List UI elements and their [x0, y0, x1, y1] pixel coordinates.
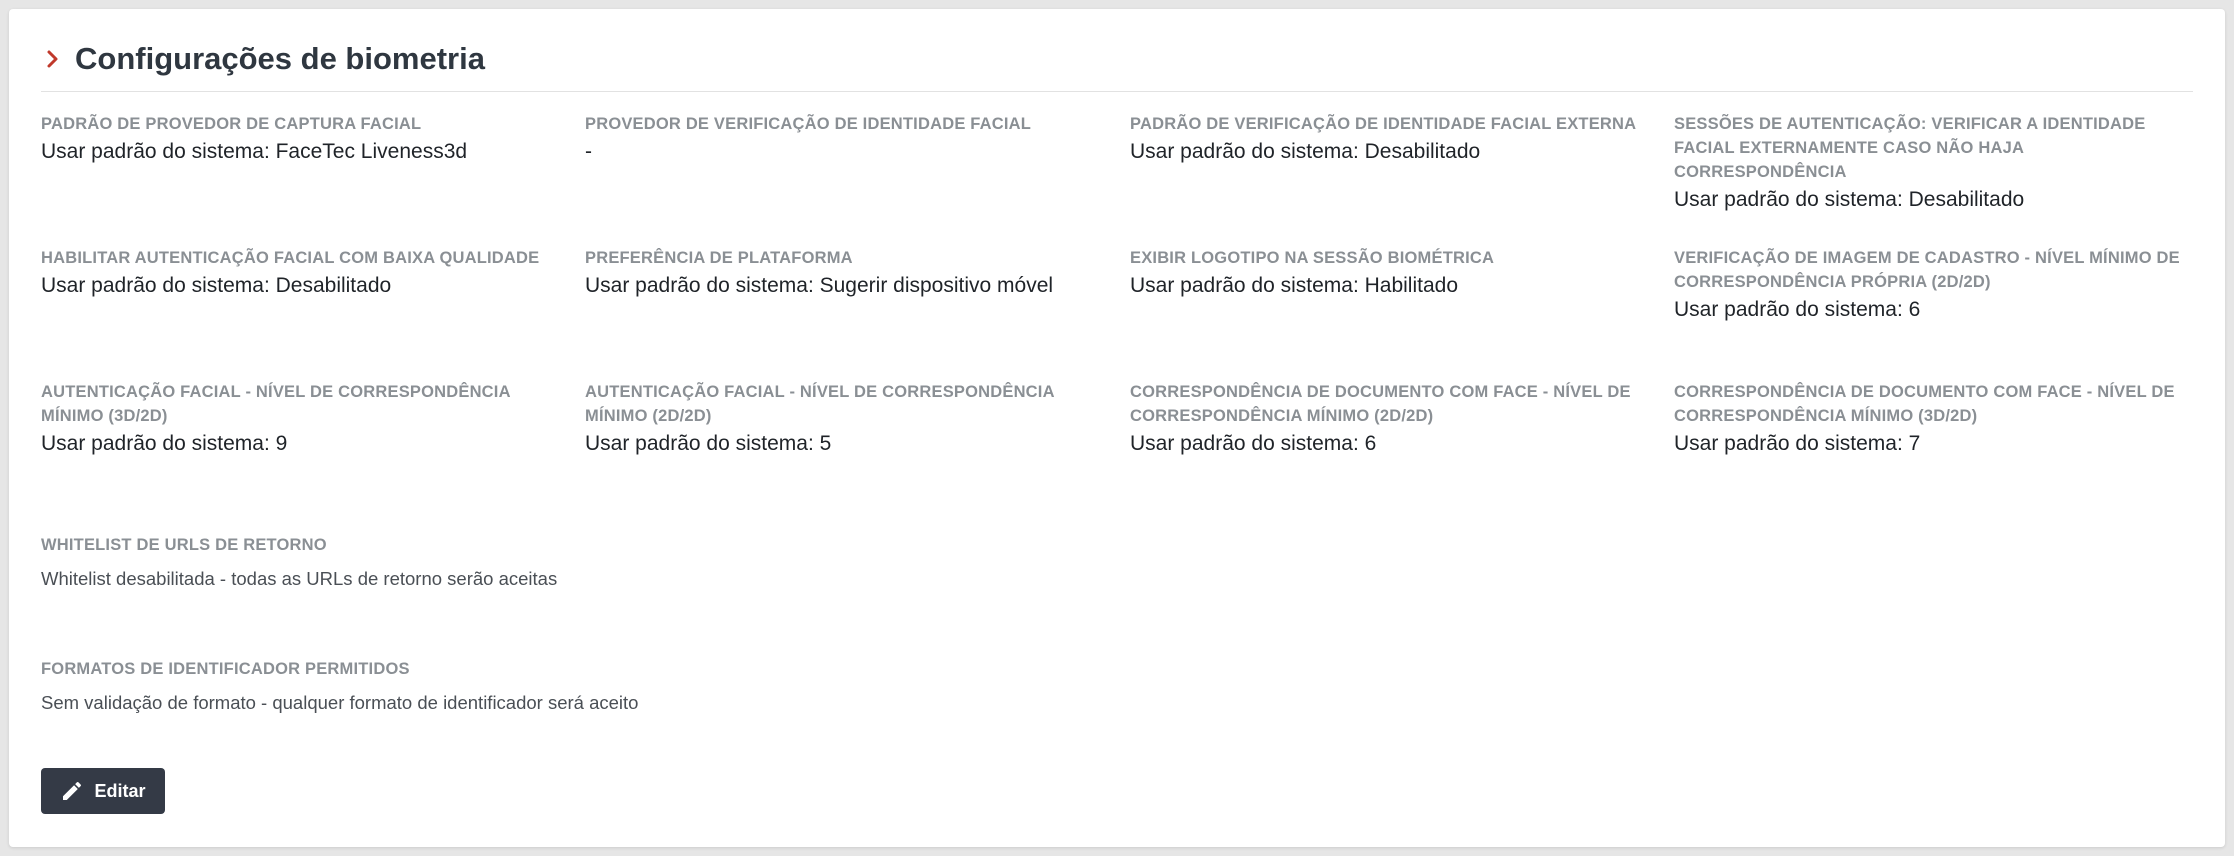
field-label: Whitelist de URLs de retorno	[41, 536, 327, 554]
field-label: Provedor de verificação de identidade fa…	[585, 115, 1032, 133]
field-face-auth-3d2d: Autenticação facial - Nível de correspon…	[41, 380, 561, 458]
card-header: Configurações de biometria	[41, 31, 485, 87]
field-label: Correspondência de documento com face - …	[1130, 383, 1631, 425]
page-title: Configurações de biometria	[75, 41, 485, 76]
pencil-icon	[60, 779, 84, 803]
field-value: -	[585, 140, 592, 163]
field-label: Correspondência de documento com face - …	[1674, 383, 2175, 425]
field-facial-identity-provider: Provedor de verificação de identidade fa…	[585, 112, 1105, 166]
field-label: Padrão de provedor de captura facial	[41, 115, 422, 133]
field-label: Preferência de plataforma	[585, 249, 853, 267]
field-document-face-2d2d: Correspondência de documento com face - …	[1130, 380, 1650, 458]
field-value: Usar padrão do sistema: 7	[1674, 432, 1921, 455]
field-label: Exibir logotipo na sessão biométrica	[1130, 249, 1495, 267]
field-label: Habilitar autenticação facial com baixa …	[41, 249, 540, 267]
chevron-right-icon	[41, 47, 65, 71]
field-label: Verificação de imagem de cadastro - Níve…	[1674, 249, 2180, 291]
field-value: Usar padrão do sistema: 6	[1674, 298, 1921, 321]
field-platform-preference: Preferência de plataforma Usar padrão do…	[585, 246, 1105, 300]
field-label: Padrão de verificação de identidade faci…	[1130, 115, 1637, 133]
field-value: Usar padrão do sistema: Desabilitado	[1130, 140, 1481, 163]
field-show-logo: Exibir logotipo na sessão biométrica Usa…	[1130, 246, 1650, 300]
field-value: Usar padrão do sistema: Sugerir disposit…	[585, 274, 1054, 297]
field-value: Sem validação de formato - qualquer form…	[41, 692, 639, 713]
field-value: Usar padrão do sistema: 5	[585, 432, 832, 455]
field-face-auth-2d2d: Autenticação facial - Nível de correspon…	[585, 380, 1105, 458]
field-label: Autenticação facial - Nível de correspon…	[41, 383, 511, 425]
field-label: Formatos de identificador permitidos	[41, 660, 410, 678]
edit-button[interactable]: Editar	[41, 768, 165, 814]
biometrics-settings-card: Configurações de biometria Padrão de pro…	[9, 9, 2225, 847]
section-return-url-whitelist: Whitelist de URLs de retorno Whitelist d…	[41, 533, 1241, 593]
field-low-quality-auth: Habilitar autenticação facial com baixa …	[41, 246, 561, 300]
field-value: Usar padrão do sistema: Desabilitado	[41, 274, 392, 297]
edit-button-label: Editar	[94, 780, 146, 801]
field-auth-sessions-external-verify: Sessões de autenticação: Verificar a ide…	[1674, 112, 2194, 214]
field-enrollment-self-match: Verificação de imagem de cadastro - Níve…	[1674, 246, 2194, 324]
section-identifier-formats: Formatos de identificador permitidos Sem…	[41, 657, 1241, 717]
field-document-face-3d2d: Correspondência de documento com face - …	[1674, 380, 2194, 458]
field-external-identity-verification: Padrão de verificação de identidade faci…	[1130, 112, 1650, 166]
field-value: Usar padrão do sistema: 6	[1130, 432, 1377, 455]
field-value: Usar padrão do sistema: Habilitado	[1130, 274, 1459, 297]
header-divider	[41, 91, 2193, 92]
field-value: Usar padrão do sistema: Desabilitado	[1674, 188, 2025, 211]
field-value: Usar padrão do sistema: FaceTec Liveness…	[41, 140, 468, 163]
field-label: Sessões de autenticação: Verificar a ide…	[1674, 115, 2146, 181]
field-label: Autenticação facial - Nível de correspon…	[585, 383, 1055, 425]
field-value: Usar padrão do sistema: 9	[41, 432, 288, 455]
field-value: Whitelist desabilitada - todas as URLs d…	[41, 568, 558, 589]
field-facial-capture-provider: Padrão de provedor de captura facial Usa…	[41, 112, 561, 166]
